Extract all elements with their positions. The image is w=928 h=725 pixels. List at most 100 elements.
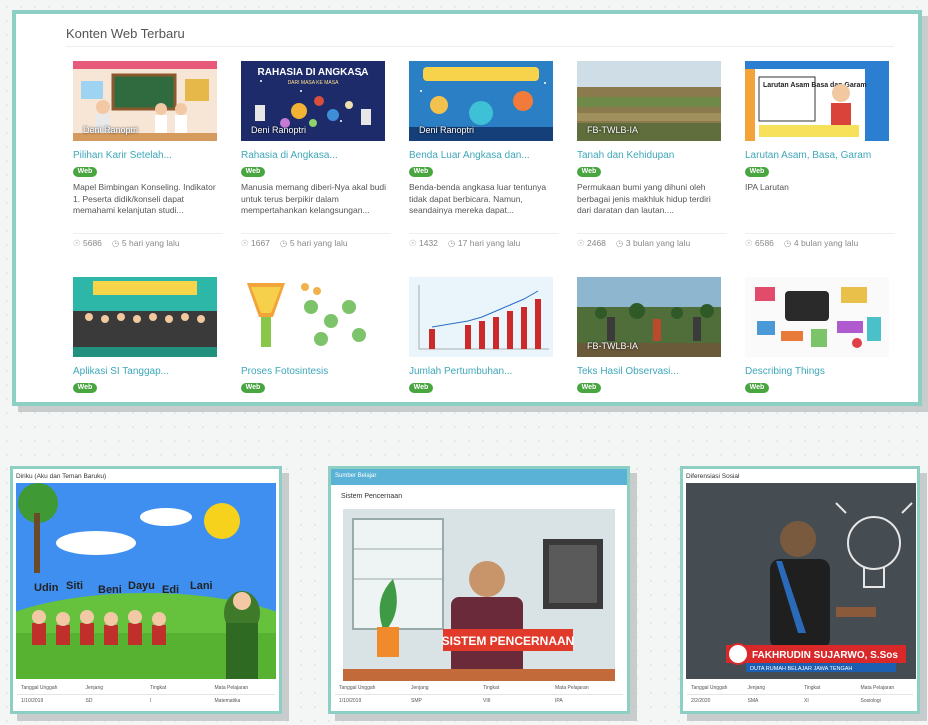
card-thumbnail[interactable] (409, 277, 553, 357)
metadata-label: Jenjang (411, 684, 429, 691)
metadata-values: 1/10/2019 SMP VIII IPA (335, 694, 623, 707)
metadata-value: SMA (747, 698, 759, 704)
panel-header: Sumber Belajar (331, 469, 627, 485)
view-count: 2468 (587, 238, 606, 248)
clock-icon: ◷ (615, 238, 624, 248)
metadata-label: Tanggal Unggah (21, 684, 58, 691)
card-title[interactable]: Teks Hasil Observasi... (577, 366, 727, 377)
card-thumbnail[interactable] (241, 277, 385, 357)
thumbnail-caption: Deni Ranoptri (83, 125, 139, 135)
content-card[interactable]: FB-TWLB-IA Tanah dan Kehidupan Web Permu… (572, 56, 732, 266)
panel-title: Diriku (Aku dan Teman Baruku) (16, 473, 107, 480)
web-badge: Web (745, 383, 769, 393)
character-name: Dayu (128, 580, 155, 592)
character-name: Beni (98, 584, 122, 596)
card-title[interactable]: Benda Luar Angkasa dan... (409, 150, 559, 161)
panel-metadata: Tanggal Unggah Jenjang Tingkat Mata Pela… (17, 681, 275, 707)
metadata-label: Mata Pelajaran (555, 684, 589, 691)
card-thumbnail[interactable]: Deni Ranoptri (409, 61, 553, 141)
web-badge: Web (73, 167, 97, 177)
metadata-label: Jenjang (747, 684, 766, 691)
card-thumbnail[interactable]: FB-TWLB-IA (577, 277, 721, 357)
clock-icon: ◷ (111, 238, 120, 248)
web-badge: Web (241, 167, 265, 177)
card-title[interactable]: Tanah dan Kehidupan (577, 150, 727, 161)
video-panel-sistem-pencernaan[interactable]: Sumber Belajar Sistem Pencernaan SISTEM … (328, 466, 630, 714)
card-thumbnail[interactable]: FB-TWLB-IA (577, 61, 721, 141)
content-card[interactable]: Describing Things Web (740, 272, 900, 400)
card-title[interactable]: Jumlah Pertumbuhan... (409, 366, 559, 377)
video-frame[interactable]: Udin Siti Beni Dayu Edi Lani (16, 483, 276, 679)
video-panel-diferensiasi-sosial[interactable]: Diferensiasi Sosial FAKHRUDIN SUJARWO, S… (680, 466, 920, 714)
content-card[interactable]: Deni Ranoptri Pilihan Karir Setelah... W… (68, 56, 228, 266)
content-card[interactable]: Larutan Asam Basa dan Garam Larutan Asam… (740, 56, 900, 266)
view-count: 1667 (251, 238, 270, 248)
content-card[interactable]: Proses Fotosintesis Web (236, 272, 396, 400)
metadata-label: Tingkat (483, 684, 500, 691)
card-description: Manusia memang diberi-Nya akal budi untu… (241, 182, 387, 215)
video-frame[interactable]: FAKHRUDIN SUJARWO, S.Sos DUTA RUMAH BELA… (686, 483, 916, 679)
card-thumbnail[interactable]: Larutan Asam Basa dan Garam (745, 61, 889, 141)
view-count: 1432 (419, 238, 438, 248)
card-thumbnail[interactable] (73, 277, 217, 357)
thumbnail-heading: RAHASIA DI ANGKASA (258, 67, 369, 78)
metadata-value: 2/2/2020 (691, 698, 711, 704)
video-frame[interactable]: SISTEM PENCERNAAN (343, 509, 615, 681)
content-card[interactable]: FB-TWLB-IA Teks Hasil Observasi... Web (572, 272, 732, 400)
view-count: 6586 (755, 238, 774, 248)
card-title[interactable]: Describing Things (745, 366, 895, 377)
metadata-value: SMP (411, 698, 422, 704)
upload-time: 3 bulan yang lalu (625, 238, 691, 248)
divider (66, 46, 894, 47)
card-meta: ☉ 2468 ◷ 3 bulan yang lalu (577, 233, 727, 249)
metadata-labels: Tanggal Unggah Jenjang Tingkat Mata Pela… (335, 681, 623, 694)
thumbnail-caption: Deni Ranoptri (251, 125, 307, 135)
web-badge: Web (577, 167, 601, 177)
metadata-values: 1/10/2019 SD I Matematika (17, 694, 275, 707)
eye-icon: ☉ (241, 238, 249, 248)
upload-time: 17 hari yang lalu (457, 238, 521, 248)
video-banner: SISTEM PENCERNAAN (442, 634, 575, 648)
thumbnail-heading: Larutan Asam Basa dan Garam (763, 82, 867, 89)
thumbnail-caption: FB-TWLB-IA (587, 341, 638, 351)
web-badge: Web (409, 383, 433, 393)
card-thumbnail[interactable]: RAHASIA DI ANGKASA DARI MASA KE MASA Den… (241, 61, 385, 141)
card-meta: ☉ 5686 ◷ 5 hari yang lalu (73, 233, 223, 249)
character-name: Lani (190, 580, 213, 592)
card-thumbnail[interactable] (745, 277, 889, 357)
eye-icon: ☉ (745, 238, 753, 248)
card-description: IPA Larutan (745, 182, 789, 192)
metadata-label: Mata Pelajaran (860, 684, 895, 691)
metadata-label: Tingkat (150, 684, 167, 691)
metadata-labels: Tanggal Unggah Jenjang Tingkat Mata Pela… (687, 681, 913, 694)
metadata-value: VIII (483, 698, 491, 704)
metadata-value: IPA (555, 698, 563, 704)
card-title[interactable]: Pilihan Karir Setelah... (73, 150, 223, 161)
eye-icon: ☉ (73, 238, 81, 248)
content-card[interactable]: Aplikasi SI Tanggap... Web (68, 272, 228, 400)
thumbnail-subheading: DARI MASA KE MASA (288, 80, 340, 86)
card-meta: ☉ 6586 ◷ 4 bulan yang lalu (745, 233, 895, 249)
upload-time: 4 bulan yang lalu (793, 238, 859, 248)
card-description: Mapel Bimbingan Konseling. Indikator 1. … (73, 182, 216, 215)
metadata-label: Tanggal Unggah (339, 684, 376, 691)
clock-icon: ◷ (447, 238, 456, 248)
metadata-value: 1/10/2019 (21, 698, 44, 704)
card-title[interactable]: Rahasia di Angkasa... (241, 150, 391, 161)
content-card[interactable]: RAHASIA DI ANGKASA DARI MASA KE MASA Den… (236, 56, 396, 266)
metadata-value: I (150, 698, 152, 704)
card-thumbnail[interactable]: Deni Ranoptri (73, 61, 217, 141)
panel-metadata: Tanggal Unggah Jenjang Tingkat Mata Pela… (687, 681, 913, 707)
character-name: Edi (162, 584, 179, 596)
clock-icon: ◷ (783, 238, 792, 248)
content-card[interactable]: Jumlah Pertumbuhan... Web (404, 272, 564, 400)
section-title: Konten Web Terbaru (66, 26, 185, 41)
web-badge: Web (73, 383, 97, 393)
content-card[interactable]: Deni Ranoptri Benda Luar Angkasa dan... … (404, 56, 564, 266)
metadata-label: Mata Pelajaran (214, 684, 249, 691)
video-panel-diriku[interactable]: Diriku (Aku dan Teman Baruku) Udin Siti … (10, 466, 282, 714)
card-meta: ☉ 1667 ◷ 5 hari yang lalu (241, 233, 391, 249)
card-title[interactable]: Proses Fotosintesis (241, 366, 391, 377)
card-title[interactable]: Aplikasi SI Tanggap... (73, 366, 223, 377)
card-title[interactable]: Larutan Asam, Basa, Garam (745, 150, 895, 161)
